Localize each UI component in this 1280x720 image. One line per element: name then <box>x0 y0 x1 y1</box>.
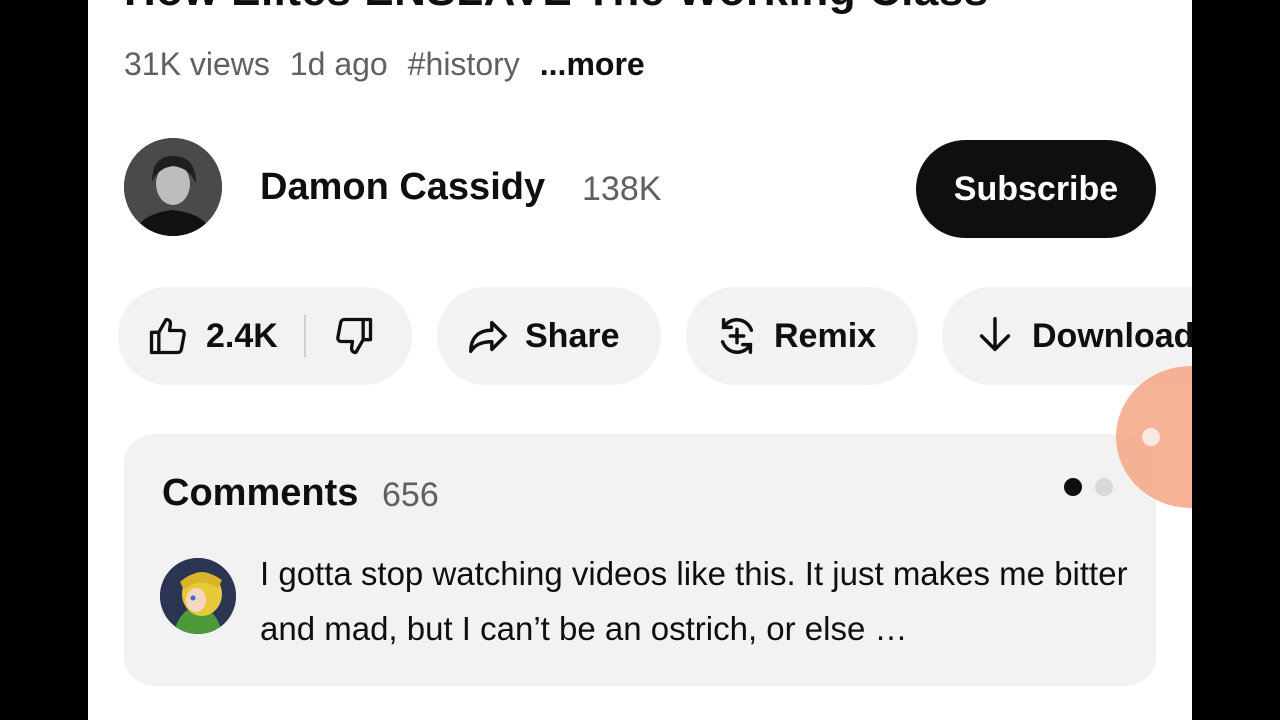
download-label: Download <box>1032 316 1192 355</box>
download-button[interactable]: Download <box>942 287 1192 385</box>
remix-label: Remix <box>774 316 877 355</box>
share-label: Share <box>525 316 620 355</box>
thumbs-up-icon[interactable] <box>146 314 190 358</box>
action-bar: 2.4K Share Remix Download <box>118 287 1192 385</box>
commenter-avatar[interactable] <box>160 558 236 634</box>
channel-name[interactable]: Damon Cassidy <box>260 166 545 209</box>
subscriber-count: 138K <box>582 170 662 208</box>
hashtag-link[interactable]: #history <box>408 46 520 83</box>
comments-count: 656 <box>382 476 439 514</box>
indicator-dot <box>1095 478 1113 496</box>
touch-indicator-center <box>1142 428 1160 446</box>
like-dislike-pill: 2.4K <box>118 287 412 385</box>
video-meta[interactable]: 31K views 1d ago #history ...more <box>124 46 645 83</box>
remix-icon <box>714 313 760 359</box>
video-title: How Elites ENSLAVE The Working Class <box>124 0 989 16</box>
view-count: 31K views <box>124 46 270 82</box>
indicator-dot-active <box>1064 478 1082 496</box>
more-link[interactable]: ...more <box>540 46 645 83</box>
channel-avatar[interactable] <box>124 138 222 236</box>
subscribe-button[interactable]: Subscribe <box>916 140 1156 238</box>
video-details-screen: How Elites ENSLAVE The Working Class 31K… <box>88 0 1192 720</box>
like-divider <box>303 315 306 357</box>
share-button[interactable]: Share <box>437 287 661 385</box>
download-icon <box>972 313 1018 359</box>
share-icon <box>465 313 511 359</box>
comment-preview: I gotta stop watching videos like this. … <box>260 555 1128 647</box>
comments-panel[interactable]: Comments 656 I gotta stop watching video… <box>124 434 1156 686</box>
like-count[interactable]: 2.4K <box>206 317 278 356</box>
remix-button[interactable]: Remix <box>686 287 918 385</box>
upload-age: 1d ago <box>289 46 388 82</box>
carousel-indicator <box>1064 478 1113 496</box>
thumbs-down-icon[interactable] <box>332 314 376 358</box>
comments-heading: Comments <box>162 472 359 514</box>
